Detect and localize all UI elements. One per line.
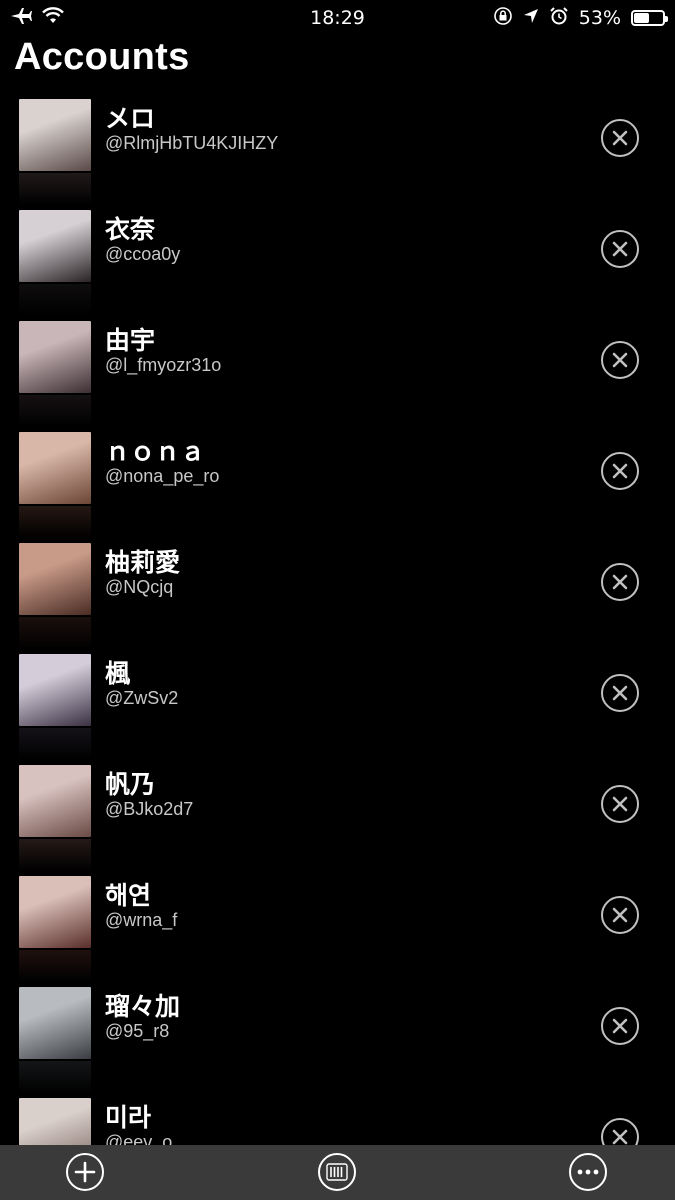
account-name: 楓 bbox=[105, 659, 131, 688]
account-handle: @ccoa0y bbox=[105, 244, 181, 264]
account-handle: @NQcjq bbox=[105, 577, 174, 597]
remove-account-button[interactable] bbox=[601, 230, 639, 268]
columns-icon bbox=[326, 1163, 348, 1181]
account-name: 帆乃 bbox=[105, 770, 156, 799]
columns-button[interactable] bbox=[318, 1153, 356, 1191]
avatar-reflection bbox=[19, 284, 91, 316]
page-title: Accounts bbox=[14, 36, 190, 78]
account-handle: @l_fmyozr31o bbox=[105, 355, 222, 375]
avatar bbox=[19, 876, 91, 948]
close-icon bbox=[612, 1018, 628, 1034]
close-icon bbox=[612, 463, 628, 479]
account-row[interactable]: 衣奈 @ccoa0y bbox=[0, 208, 675, 319]
account-name: メロ bbox=[105, 104, 156, 133]
account-name: 由宇 bbox=[105, 326, 156, 355]
status-bar: 18:29 53% bbox=[0, 0, 675, 36]
account-handle: @nona_pe_ro bbox=[105, 466, 220, 486]
close-icon bbox=[612, 574, 628, 590]
avatar-reflection bbox=[19, 728, 91, 760]
account-name: 衣奈 bbox=[105, 215, 156, 244]
account-name: 미라 bbox=[105, 1103, 152, 1132]
avatar-reflection bbox=[19, 395, 91, 427]
account-name: 瑠々加 bbox=[105, 992, 181, 1021]
account-handle: @ZwSv2 bbox=[105, 688, 179, 708]
avatar bbox=[19, 765, 91, 837]
battery-icon bbox=[631, 10, 668, 26]
orientation-lock-icon bbox=[493, 6, 513, 31]
remove-account-button[interactable] bbox=[601, 1007, 639, 1045]
remove-account-button[interactable] bbox=[601, 674, 639, 712]
status-right: 53% bbox=[493, 6, 675, 31]
wifi-icon bbox=[42, 6, 64, 30]
avatar bbox=[19, 321, 91, 393]
close-icon bbox=[612, 796, 628, 812]
account-row[interactable]: 柚莉愛 @NQcjq bbox=[0, 541, 675, 652]
account-handle: @eev_o bbox=[105, 1132, 173, 1145]
remove-account-button[interactable] bbox=[601, 563, 639, 601]
battery-percent: 53% bbox=[578, 7, 621, 29]
account-row[interactable]: 楓 @ZwSv2 bbox=[0, 652, 675, 763]
more-button[interactable] bbox=[569, 1153, 607, 1191]
account-row[interactable]: 미라 @eev_o bbox=[0, 1096, 675, 1145]
avatar-reflection bbox=[19, 1061, 91, 1093]
location-icon bbox=[523, 7, 539, 29]
account-row[interactable]: 帆乃 @BJko2d7 bbox=[0, 763, 675, 874]
avatar bbox=[19, 543, 91, 615]
account-handle: @RlmjHbTU4KJIHZY bbox=[105, 133, 279, 153]
account-row[interactable]: ｎｏｎａ @nona_pe_ro bbox=[0, 430, 675, 541]
close-icon bbox=[612, 130, 628, 146]
account-name: 柚莉愛 bbox=[105, 548, 181, 577]
remove-account-button[interactable] bbox=[601, 896, 639, 934]
avatar bbox=[19, 987, 91, 1059]
avatar bbox=[19, 432, 91, 504]
airplane-icon bbox=[10, 7, 32, 30]
close-icon bbox=[612, 352, 628, 368]
more-icon bbox=[577, 1169, 599, 1175]
account-row[interactable]: 瑠々加 @95_r8 bbox=[0, 985, 675, 1096]
account-row[interactable]: 해연 @wrna_f bbox=[0, 874, 675, 985]
battery-fill bbox=[634, 13, 649, 23]
avatar-reflection bbox=[19, 617, 91, 649]
remove-account-button[interactable] bbox=[601, 785, 639, 823]
avatar-reflection bbox=[19, 950, 91, 982]
account-name: 해연 bbox=[105, 881, 152, 910]
account-name: ｎｏｎａ bbox=[105, 437, 206, 466]
account-row[interactable]: 由宇 @l_fmyozr31o bbox=[0, 319, 675, 430]
add-account-button[interactable] bbox=[66, 1153, 104, 1191]
remove-account-button[interactable] bbox=[601, 1118, 639, 1145]
account-handle: @95_r8 bbox=[105, 1021, 170, 1041]
remove-account-button[interactable] bbox=[601, 452, 639, 490]
avatar bbox=[19, 1098, 91, 1145]
avatar bbox=[19, 99, 91, 171]
avatar-reflection bbox=[19, 839, 91, 871]
status-left bbox=[0, 6, 64, 30]
avatar-reflection bbox=[19, 173, 91, 205]
battery-tip bbox=[665, 16, 668, 22]
avatar-reflection bbox=[19, 506, 91, 538]
close-icon bbox=[612, 241, 628, 257]
account-row[interactable]: メロ @RlmjHbTU4KJIHZY bbox=[0, 97, 675, 208]
account-handle: @BJko2d7 bbox=[105, 799, 194, 819]
alarm-icon bbox=[549, 6, 569, 31]
account-handle: @wrna_f bbox=[105, 910, 178, 930]
close-icon bbox=[612, 907, 628, 923]
remove-account-button[interactable] bbox=[601, 119, 639, 157]
avatar bbox=[19, 654, 91, 726]
account-list[interactable]: メロ @RlmjHbTU4KJIHZY 衣奈 @ccoa0y 由宇 @l_fmy… bbox=[0, 97, 675, 1145]
close-icon bbox=[612, 685, 628, 701]
close-icon bbox=[612, 1129, 628, 1145]
bottom-toolbar bbox=[0, 1145, 675, 1200]
avatar bbox=[19, 210, 91, 282]
remove-account-button[interactable] bbox=[601, 341, 639, 379]
add-icon bbox=[74, 1161, 96, 1183]
